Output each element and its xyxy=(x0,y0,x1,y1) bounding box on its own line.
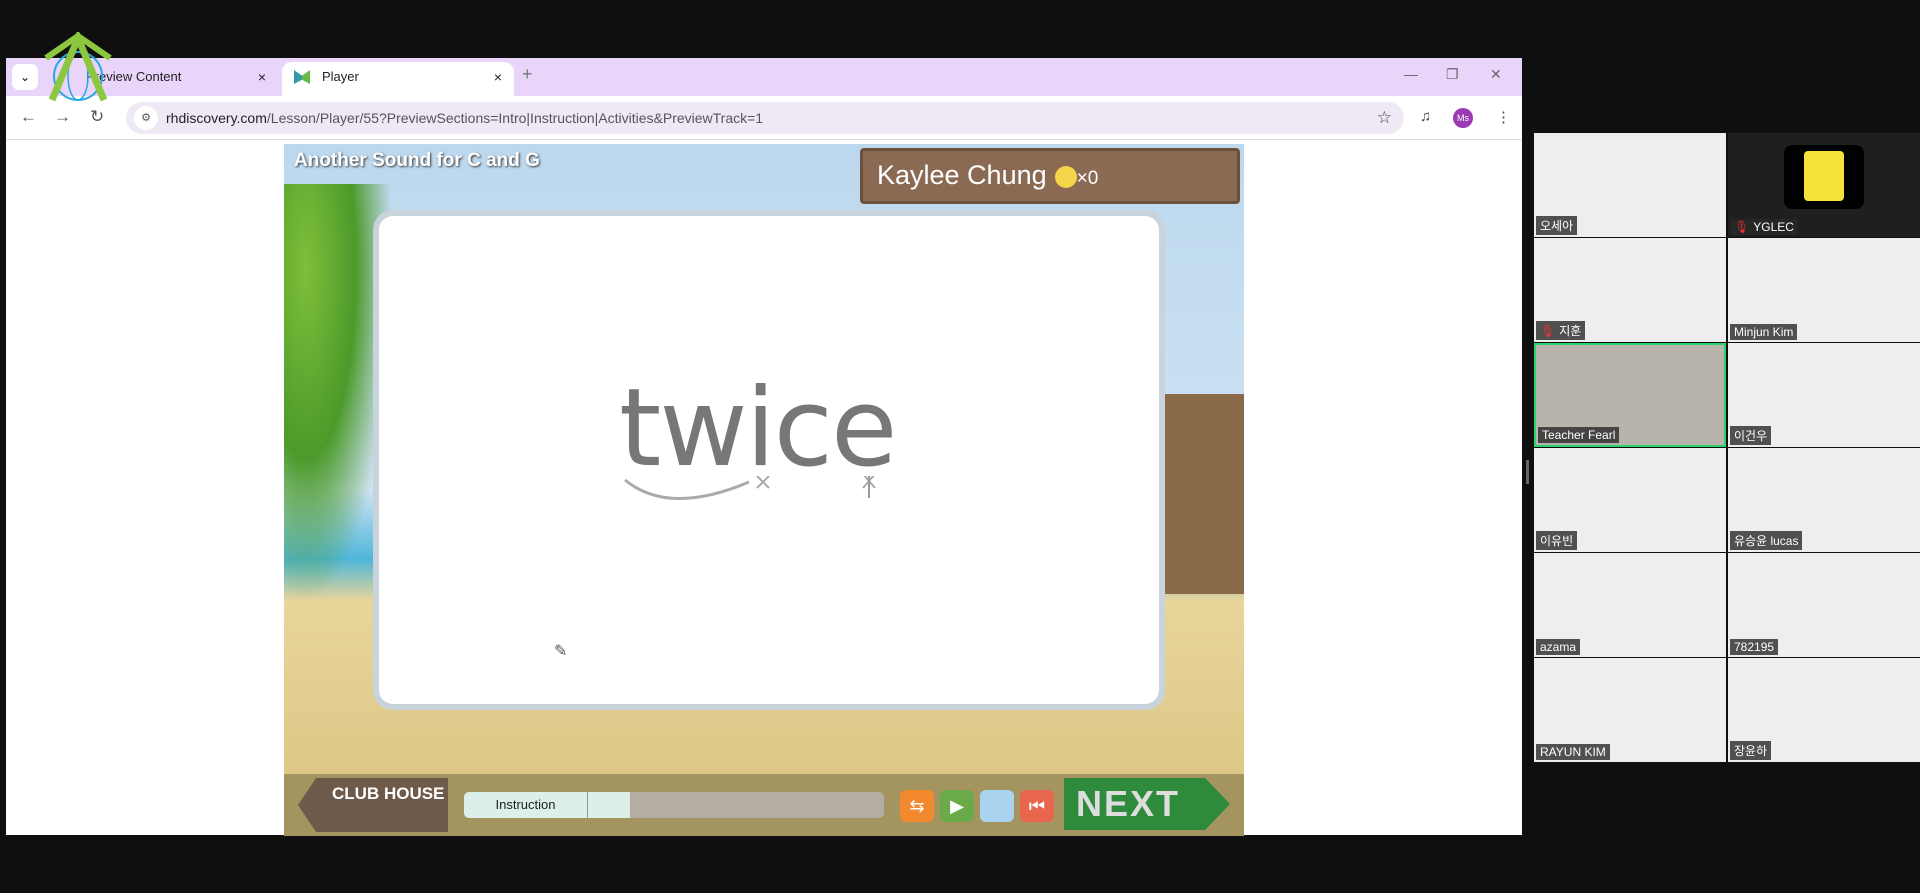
panel-resize-handle[interactable] xyxy=(1526,460,1529,484)
avatar-image xyxy=(1784,145,1864,209)
participant-tile[interactable]: RAYUN KIM xyxy=(1534,658,1726,762)
close-icon[interactable]: × xyxy=(258,62,266,92)
participant-tile[interactable]: 장윤하 xyxy=(1728,658,1920,762)
menu-icon[interactable]: ⋮ xyxy=(1496,108,1511,126)
media-control-icon[interactable]: ♫ xyxy=(1420,108,1431,125)
section-label: Instruction xyxy=(464,792,588,818)
bookmark-star-icon[interactable]: ☆ xyxy=(1377,102,1392,134)
tab-player[interactable]: Player × xyxy=(282,62,514,96)
participant-tile[interactable]: 유승윤 lucas xyxy=(1728,448,1920,552)
student-name-board: Kaylee Chung ×0 xyxy=(860,148,1240,204)
participant-tile[interactable]: 오세아 xyxy=(1534,133,1726,237)
participant-name: Teacher Fearl xyxy=(1538,427,1620,443)
phonics-marks xyxy=(624,476,876,500)
blank-button[interactable] xyxy=(980,790,1014,822)
close-icon[interactable]: × xyxy=(494,62,502,92)
participant-name-text: RAYUN KIM xyxy=(1540,745,1606,759)
participant-tile[interactable]: 🎙 지훈 xyxy=(1534,238,1726,342)
browser-window: ⌄ Preview Content × Player × + — ❐ ✕ ← →… xyxy=(6,58,1522,836)
participant-name: 🎙 YGLEC xyxy=(1730,219,1798,235)
next-button[interactable]: NEXT xyxy=(1064,778,1230,830)
participant-tile[interactable]: azama xyxy=(1534,553,1726,657)
mic-muted-icon: 🎙 xyxy=(1540,324,1556,338)
ship-illustration xyxy=(1154,394,1244,594)
participant-name: 782195 xyxy=(1730,639,1779,655)
participant-name: 오세아 xyxy=(1536,216,1578,235)
restore-icon[interactable]: ❐ xyxy=(1446,66,1459,83)
participant-name: 이건우 xyxy=(1730,426,1772,445)
tab-search-button[interactable]: ⌄ xyxy=(12,64,38,90)
participant-name-text: YGLEC xyxy=(1753,220,1794,234)
participant-name-text: 지훈 xyxy=(1559,324,1582,338)
tab-label: Player xyxy=(322,69,359,84)
mic-muted-icon: 🎙 xyxy=(1734,220,1750,234)
pencil-icon[interactable]: ✎ xyxy=(554,641,567,661)
url-host: rhdiscovery.com xyxy=(166,110,267,126)
participant-name: Minjun Kim xyxy=(1730,324,1798,340)
participant-name-text: 오세아 xyxy=(1540,219,1574,233)
butterfly-icon xyxy=(294,70,310,84)
lesson-card: twice ✎ xyxy=(379,216,1159,704)
palm-tree-illustration xyxy=(284,184,394,604)
participant-name-text: 782195 xyxy=(1734,640,1775,654)
section-progress: Instruction xyxy=(464,792,884,818)
coin-icon xyxy=(1054,165,1077,188)
lesson-title: Another Sound for C and G xyxy=(294,150,540,171)
participant-name: 🎙 지훈 xyxy=(1536,321,1586,340)
participant-name: RAYUN KIM xyxy=(1536,744,1610,760)
participant-tile[interactable]: 이유빈 xyxy=(1534,448,1726,552)
reload-icon[interactable]: ↻ xyxy=(90,107,104,127)
tab-bar: ⌄ Preview Content × Player × + — ❐ ✕ xyxy=(6,58,1522,96)
rewind-button[interactable]: ⏮ xyxy=(1020,790,1054,822)
site-settings-icon[interactable]: ⚙ xyxy=(134,106,158,130)
participant-tile[interactable]: Teacher Fearl xyxy=(1534,343,1726,447)
participant-tile[interactable]: Minjun Kim xyxy=(1728,238,1920,342)
overlay-logo xyxy=(44,32,112,102)
url-input[interactable]: ⚙ rhdiscovery.com/Lesson/Player/55?Previ… xyxy=(126,102,1404,134)
participant-tile[interactable]: 이건우 xyxy=(1728,343,1920,447)
student-name: Kaylee Chung xyxy=(877,160,1047,190)
forward-icon[interactable]: → xyxy=(54,107,71,127)
participant-tile[interactable]: 782195 xyxy=(1728,553,1920,657)
participant-name-text: azama xyxy=(1540,640,1577,654)
swap-button[interactable]: ⇆ xyxy=(900,790,934,822)
play-button[interactable]: ▶ xyxy=(940,790,974,822)
back-icon[interactable]: ← xyxy=(20,107,37,127)
new-tab-button[interactable]: + xyxy=(522,64,533,85)
coin-count: ×0 xyxy=(1076,168,1099,189)
participant-name-text: Teacher Fearl xyxy=(1542,428,1616,442)
participant-name: 유승윤 lucas xyxy=(1730,531,1803,550)
participant-name: azama xyxy=(1536,639,1581,655)
participant-name-text: 이건우 xyxy=(1734,429,1768,443)
lesson-player: Another Sound for C and G Kaylee Chung ×0… xyxy=(284,144,1244,836)
participant-name-text: 이유빈 xyxy=(1540,534,1574,548)
participant-name-text: Minjun Kim xyxy=(1734,325,1794,339)
club-house-button[interactable]: CLUB HOUSE xyxy=(298,778,448,832)
participant-name: 이유빈 xyxy=(1536,531,1578,550)
close-window-icon[interactable]: ✕ xyxy=(1490,66,1502,83)
participants-gallery: 오세아 🎙 YGLEC 🎙 지훈 Minjun Kim Teacher Fearl 이건우 이유… xyxy=(1534,133,1920,763)
progress-fill xyxy=(588,792,630,818)
minimize-icon[interactable]: — xyxy=(1404,66,1418,82)
participant-name: 장윤하 xyxy=(1730,741,1772,760)
url-path: /Lesson/Player/55?PreviewSections=Intro|… xyxy=(266,110,764,126)
address-bar-row: ← → ↻ ⚙ rhdiscovery.com/Lesson/Player/55… xyxy=(6,96,1522,140)
participant-tile[interactable]: 🎙 YGLEC xyxy=(1728,133,1920,237)
lesson-word: twice xyxy=(619,366,898,491)
player-controls: CLUB HOUSE Instruction ⇆ ▶ ⏮ NEXT xyxy=(284,774,1244,836)
participant-name-text: 유승윤 lucas xyxy=(1734,534,1799,548)
participant-name-text: 장윤하 xyxy=(1734,744,1768,758)
profile-avatar[interactable]: Ms xyxy=(1453,108,1473,128)
